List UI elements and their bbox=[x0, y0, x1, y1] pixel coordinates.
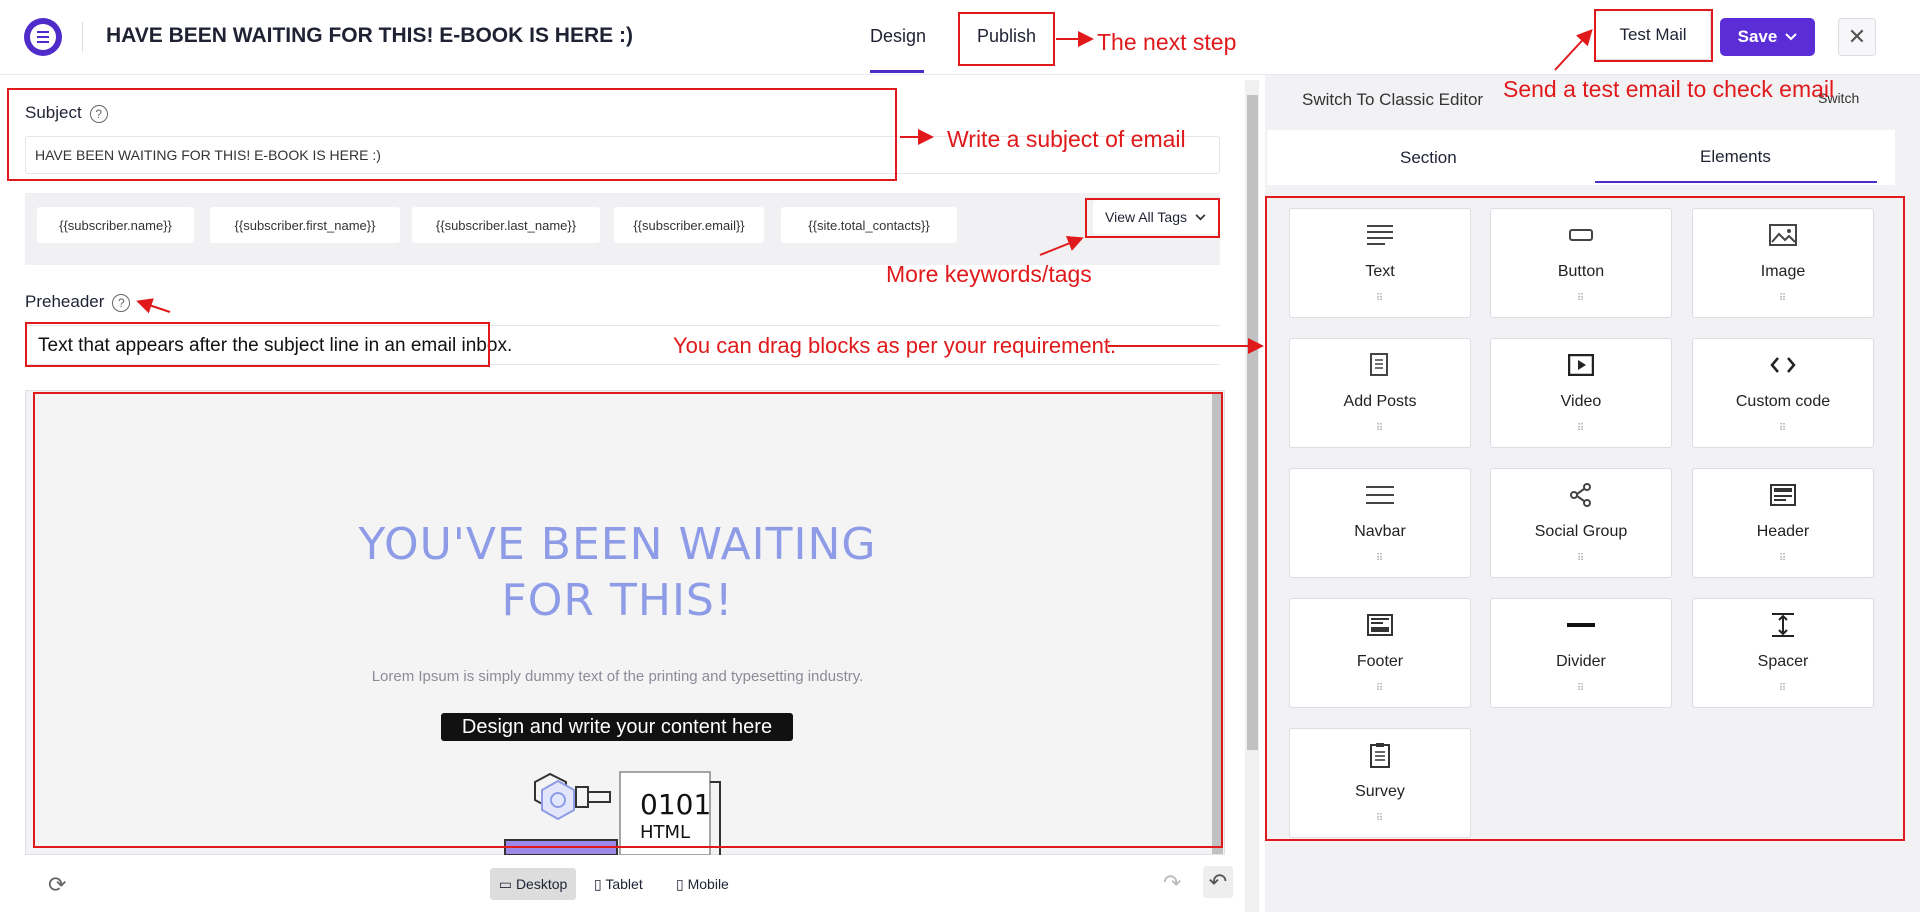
annotation-next-step: The next step bbox=[1097, 29, 1237, 55]
annotation-test-email: Send a test email to check email bbox=[1503, 76, 1835, 102]
annotation-subject: Write a subject of email bbox=[947, 126, 1186, 152]
annotation-drag: You can drag blocks as per your requirem… bbox=[673, 333, 1117, 358]
annotation-keywords: More keywords/tags bbox=[886, 261, 1092, 287]
